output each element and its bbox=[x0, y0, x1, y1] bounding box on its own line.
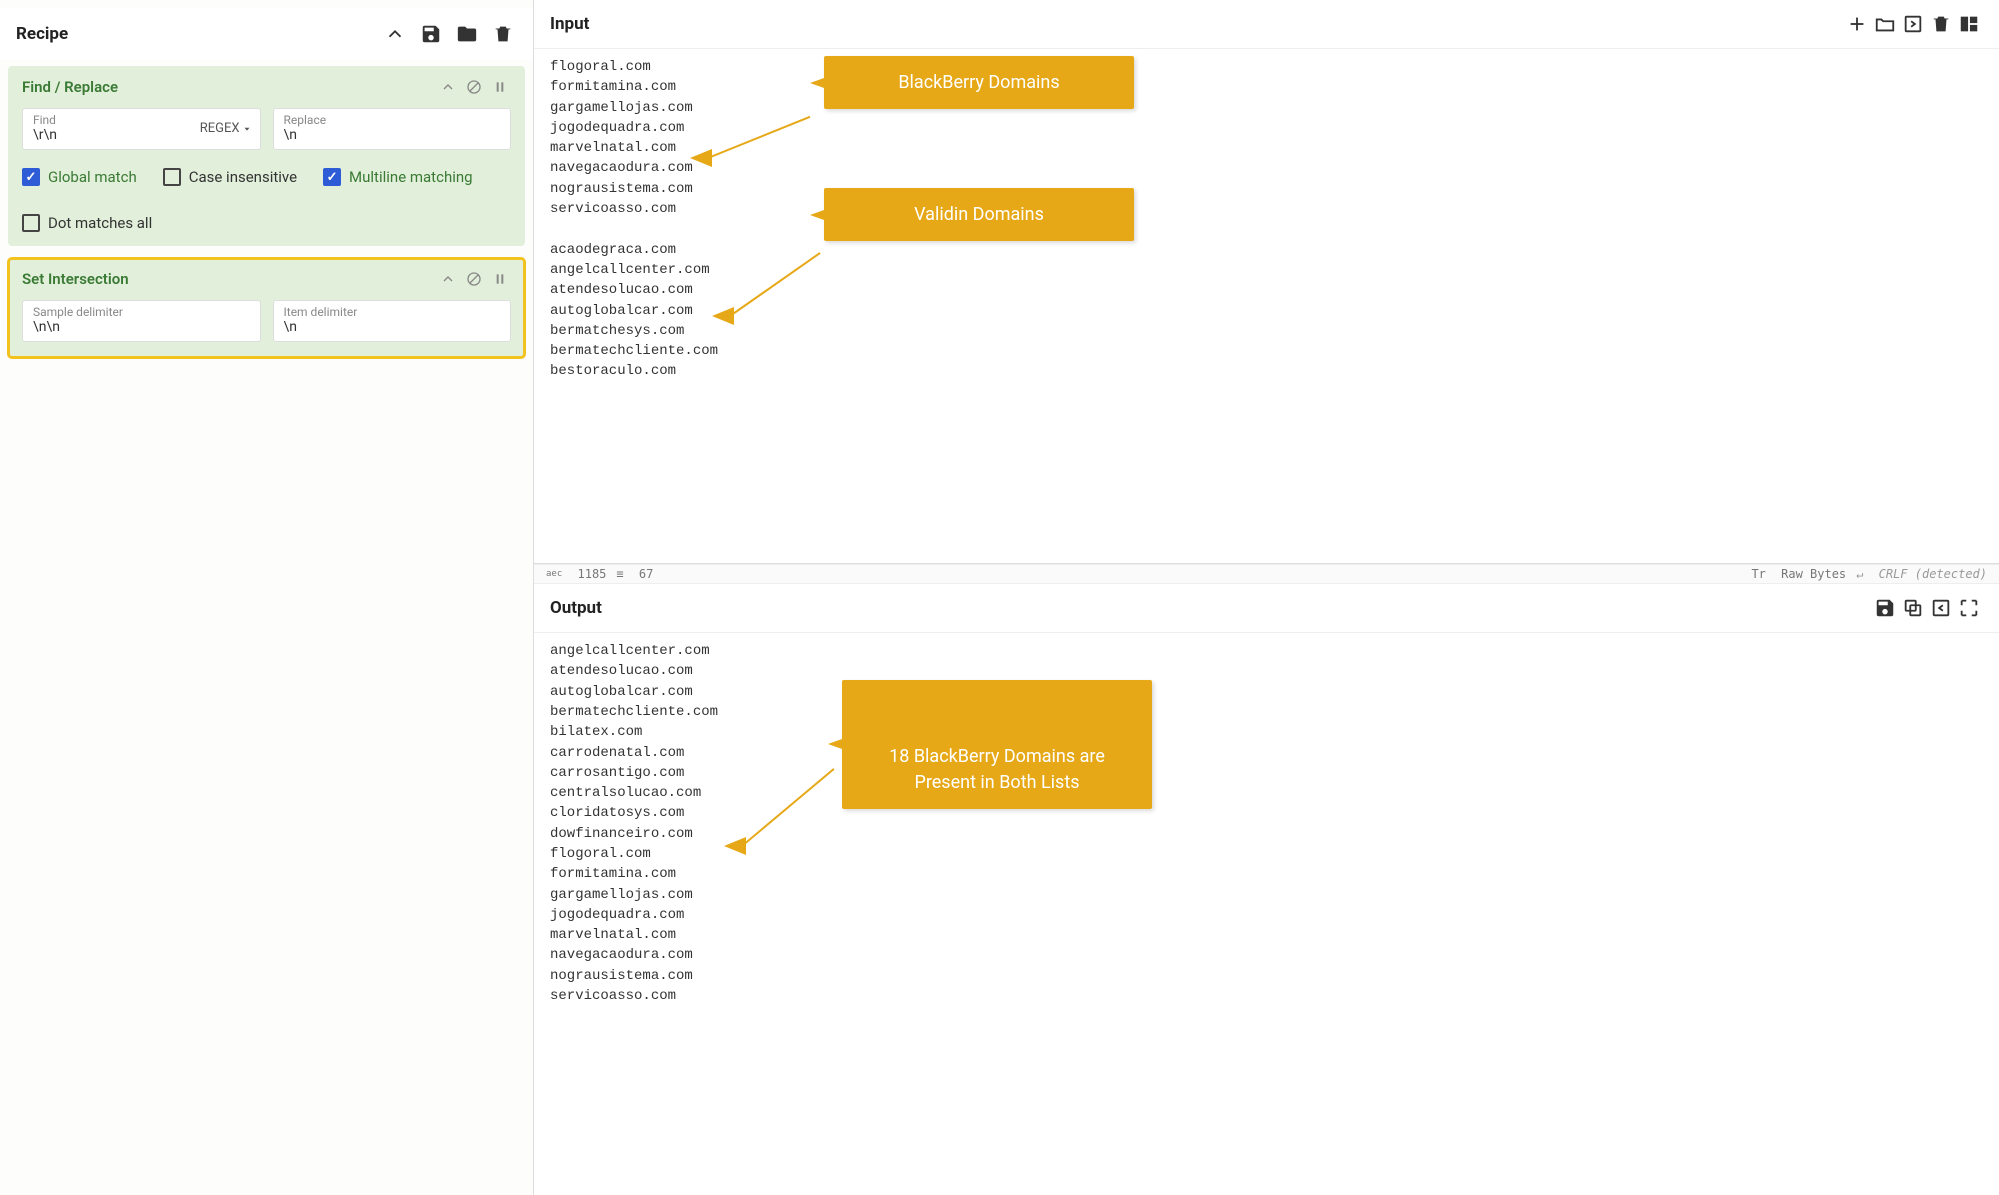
save-output-icon[interactable] bbox=[1871, 594, 1899, 622]
replace-label: Replace bbox=[284, 113, 501, 127]
io-pane: Input flogoral.com formitamina.com garga… bbox=[534, 0, 1999, 1195]
operation-set-intersection: Set Intersection Sample delimiter Item d… bbox=[8, 258, 525, 358]
output-title: Output bbox=[550, 598, 1871, 618]
check-dot-matches-all[interactable]: Dot matches all bbox=[22, 214, 152, 232]
callout-output: 18 BlackBerry Domains are Present in Bot… bbox=[842, 680, 1152, 809]
input-status-bar: aec 1185 ≡ 67 Tr Raw Bytes ↵ CRLF (detec… bbox=[534, 564, 1999, 584]
sample-delimiter-field[interactable]: Sample delimiter bbox=[22, 300, 261, 342]
item-delimiter-input[interactable] bbox=[284, 319, 501, 335]
disable-op-icon[interactable] bbox=[463, 76, 485, 98]
recipe-header: Recipe bbox=[0, 8, 533, 60]
collapse-op-icon[interactable] bbox=[437, 76, 459, 98]
copy-output-icon[interactable] bbox=[1899, 594, 1927, 622]
check-global-match[interactable]: Global match bbox=[22, 168, 137, 186]
op-title: Set Intersection bbox=[22, 270, 433, 288]
regex-dropdown[interactable]: REGEX bbox=[200, 121, 252, 136]
check-case-insensitive[interactable]: Case insensitive bbox=[163, 168, 297, 186]
eol-indicator[interactable]: ↵ CRLF (detected) bbox=[1856, 567, 1987, 581]
input-title: Input bbox=[550, 14, 1843, 34]
operation-find-replace: Find / Replace Find REGEX Replace bbox=[8, 66, 525, 246]
replace-input[interactable] bbox=[284, 127, 501, 143]
callout-validin: Validin Domains bbox=[824, 188, 1134, 241]
collapse-recipe-icon[interactable] bbox=[381, 20, 409, 48]
recipe-pane: Recipe Find / Replace bbox=[0, 0, 534, 1195]
collapse-op-icon[interactable] bbox=[437, 268, 459, 290]
reset-layout-icon[interactable] bbox=[1955, 10, 1983, 38]
pause-op-icon[interactable] bbox=[489, 268, 511, 290]
clear-input-icon[interactable] bbox=[1927, 10, 1955, 38]
item-delimiter-field[interactable]: Item delimiter bbox=[273, 300, 512, 342]
output-header: Output bbox=[534, 584, 1999, 633]
check-multiline[interactable]: Multiline matching bbox=[323, 168, 473, 186]
load-recipe-icon[interactable] bbox=[453, 20, 481, 48]
save-recipe-icon[interactable] bbox=[417, 20, 445, 48]
pause-op-icon[interactable] bbox=[489, 76, 511, 98]
replace-input-icon[interactable] bbox=[1927, 594, 1955, 622]
find-field[interactable]: Find REGEX bbox=[22, 108, 261, 150]
add-input-tab-icon[interactable] bbox=[1843, 10, 1871, 38]
callout-blackberry: BlackBerry Domains bbox=[824, 56, 1134, 109]
raw-bytes-toggle[interactable]: Tr Raw Bytes bbox=[1751, 567, 1846, 581]
line-count: ≡ 67 bbox=[616, 567, 653, 581]
input-section: Input flogoral.com formitamina.com garga… bbox=[534, 0, 1999, 564]
char-count: aec 1185 bbox=[546, 567, 606, 581]
output-section: Output angelcallcenter.com atendesolucao… bbox=[534, 584, 1999, 1195]
replace-field[interactable]: Replace bbox=[273, 108, 512, 150]
input-text[interactable]: flogoral.com formitamina.com gargamelloj… bbox=[534, 49, 1999, 390]
clear-recipe-icon[interactable] bbox=[489, 20, 517, 48]
item-delimiter-label: Item delimiter bbox=[284, 305, 501, 319]
maximize-output-icon[interactable] bbox=[1955, 594, 1983, 622]
sample-delimiter-label: Sample delimiter bbox=[33, 305, 250, 319]
input-header: Input bbox=[534, 0, 1999, 49]
open-file-icon[interactable] bbox=[1899, 10, 1927, 38]
open-folder-icon[interactable] bbox=[1871, 10, 1899, 38]
recipe-title: Recipe bbox=[16, 24, 373, 44]
output-text: angelcallcenter.com atendesolucao.com au… bbox=[534, 633, 1999, 1014]
op-title: Find / Replace bbox=[22, 78, 433, 96]
sample-delimiter-input[interactable] bbox=[33, 319, 250, 335]
disable-op-icon[interactable] bbox=[463, 268, 485, 290]
